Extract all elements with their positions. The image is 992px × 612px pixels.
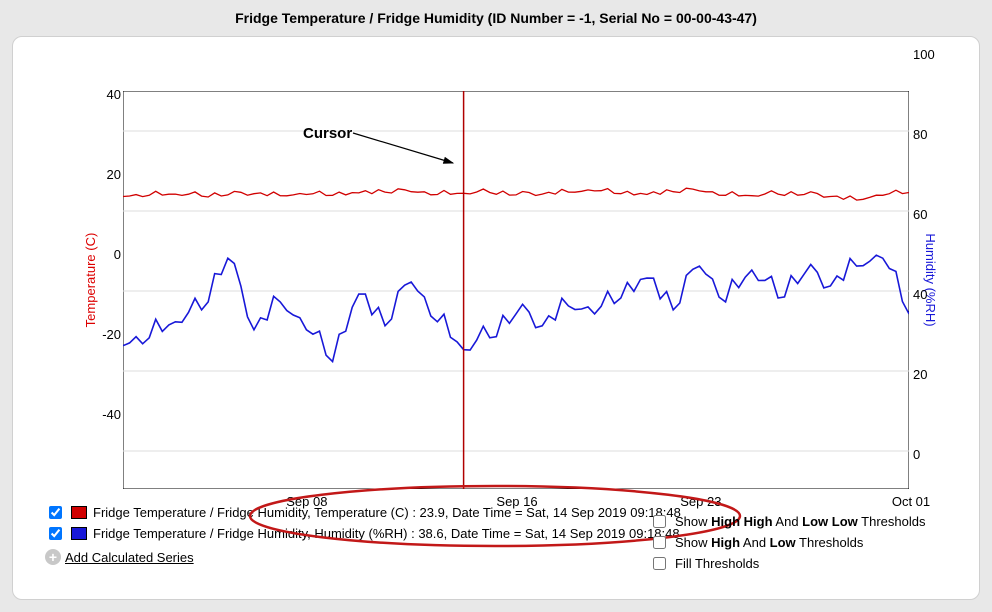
right-tick: 0 (913, 447, 943, 462)
plot-svg (123, 91, 909, 489)
right-tick: 80 (913, 127, 943, 142)
threshold-row-h-l: Show High And Low Thresholds (649, 533, 959, 552)
threshold-label: Show High And Low Thresholds (675, 535, 863, 550)
left-tick: 0 (91, 247, 121, 262)
checkbox-h-l-thresholds[interactable] (653, 536, 666, 549)
threshold-row-hh-ll: Show High High And Low Low Thresholds (649, 512, 959, 531)
left-tick: 20 (91, 167, 121, 182)
checkbox-hh-ll-thresholds[interactable] (653, 515, 666, 528)
threshold-options: Show High High And Low Low Thresholds Sh… (649, 512, 959, 575)
legend-label-temperature: Fridge Temperature / Fridge Humidity, Te… (93, 505, 681, 520)
legend-swatch-temperature (71, 506, 87, 519)
chart-panel: Temperature (C) Humidity (%RH) 40 20 0 -… (12, 36, 980, 600)
legend-swatch-humidity (71, 527, 87, 540)
legend-label-humidity: Fridge Temperature / Fridge Humidity, Hu… (93, 526, 680, 541)
cursor-annotation-label: Cursor (303, 125, 352, 142)
right-tick: 20 (913, 367, 943, 382)
y-axis-right-label: Humidity (%RH) (923, 233, 938, 326)
add-calculated-series-label: Add Calculated Series (65, 550, 194, 565)
cursor-arrow-icon (353, 133, 473, 173)
legend-checkbox-humidity[interactable] (49, 527, 62, 540)
threshold-row-fill: Fill Thresholds (649, 554, 959, 573)
plot-wrap: Temperature (C) Humidity (%RH) 40 20 0 -… (53, 51, 959, 509)
right-tick: 100 (913, 47, 943, 62)
threshold-label: Fill Thresholds (675, 556, 759, 571)
left-tick: -20 (91, 327, 121, 342)
chart-title: Fridge Temperature / Fridge Humidity (ID… (0, 10, 992, 26)
plus-icon: + (45, 549, 61, 565)
checkbox-fill-thresholds[interactable] (653, 557, 666, 570)
legend-checkbox-temperature[interactable] (49, 506, 62, 519)
left-tick: 40 (91, 87, 121, 102)
threshold-label: Show High High And Low Low Thresholds (675, 514, 925, 529)
plot-area[interactable]: Cursor (123, 91, 909, 489)
left-tick: -40 (91, 407, 121, 422)
right-tick: 40 (913, 287, 943, 302)
right-tick: 60 (913, 207, 943, 222)
